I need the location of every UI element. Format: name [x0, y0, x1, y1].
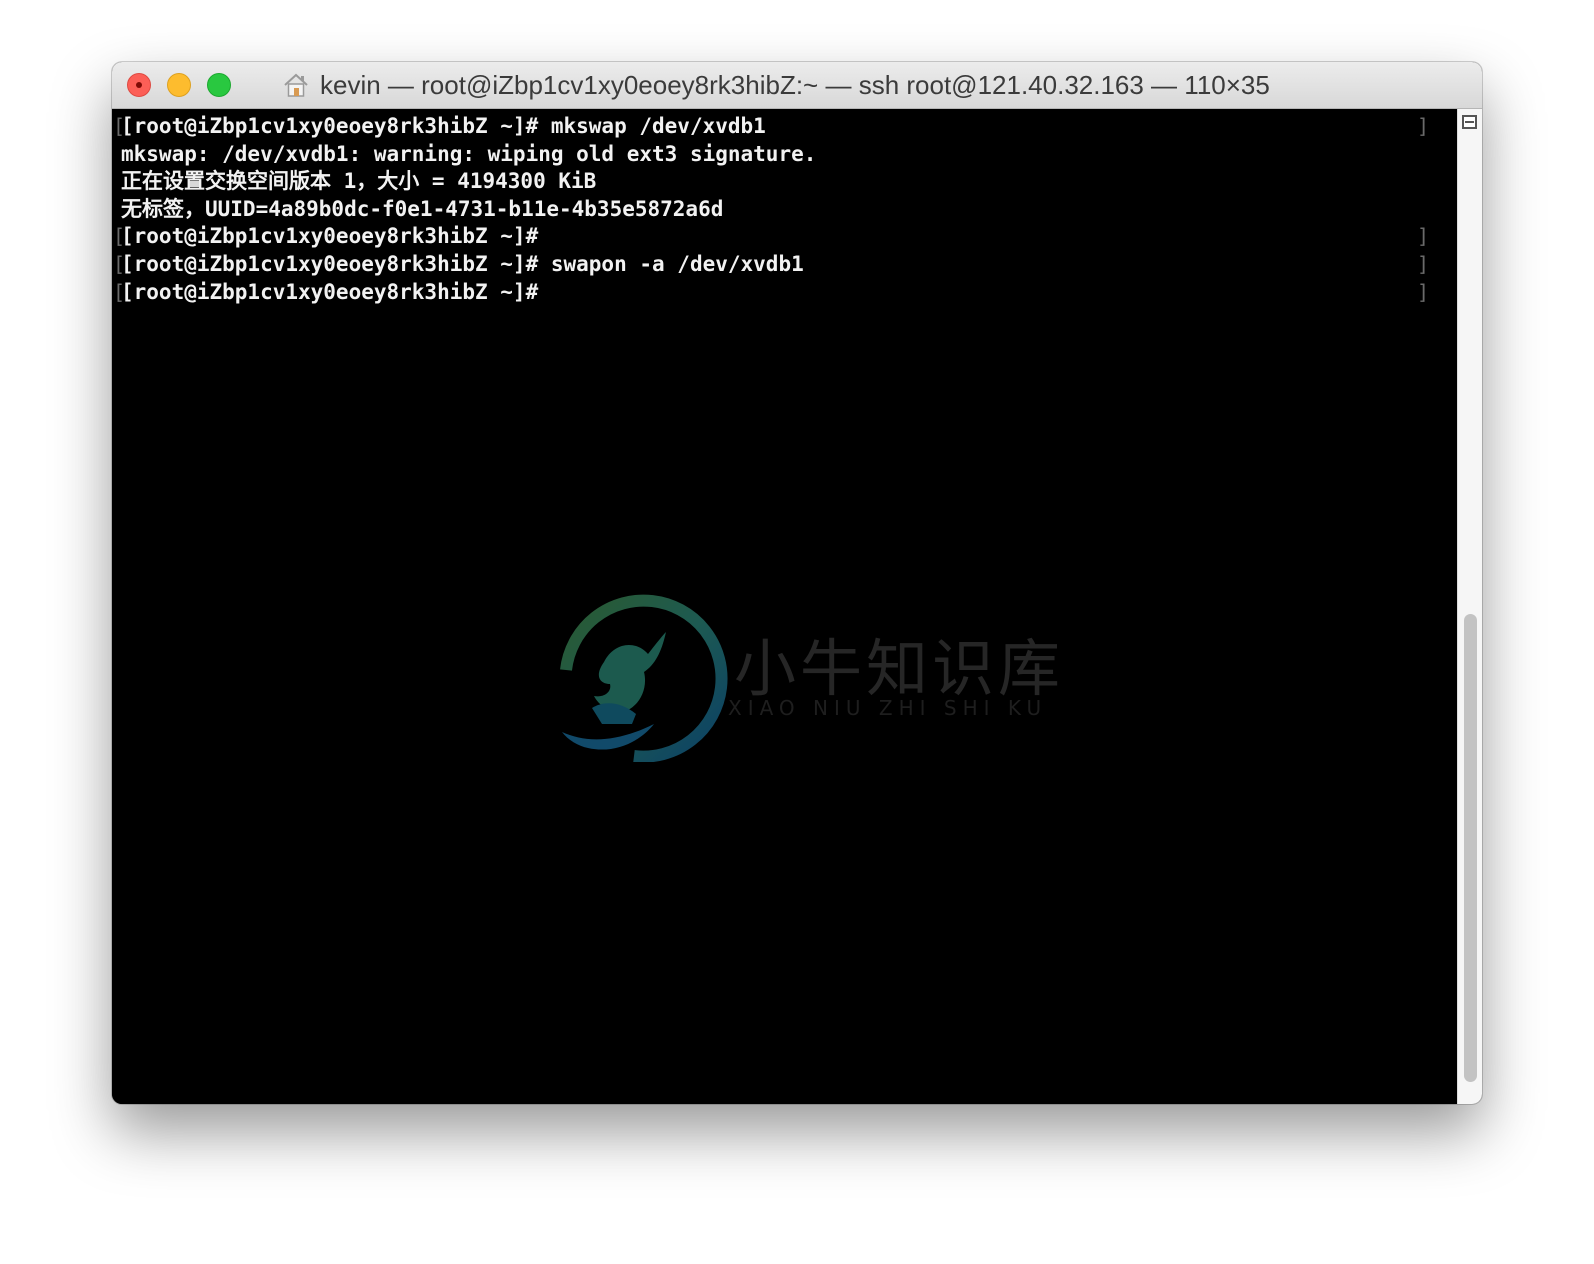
terminal-line-text: [root@iZbp1cv1xy0eoey8rk3hibZ ~]#: [121, 279, 539, 304]
watermark-title: 小牛知识库: [734, 632, 1065, 705]
terminal-line-text: mkswap: /dev/xvdb1: warning: wiping old …: [121, 141, 817, 166]
close-icon[interactable]: [127, 73, 151, 97]
maximize-icon[interactable]: [207, 73, 231, 97]
minimize-icon[interactable]: [167, 73, 191, 97]
line-mark-right: ]: [1417, 251, 1430, 276]
line-mark-right: ]: [1417, 224, 1430, 249]
line-mark-right: ]: [1417, 279, 1430, 304]
terminal-content[interactable]: 小牛知识库 XIAO NIU ZHI SHI KU [[root@iZbp1cv…: [112, 109, 1458, 1104]
terminal-window: kevin — root@iZbp1cv1xy0eoey8rk3hibZ:~ —…: [112, 62, 1482, 1104]
line-mark-left: [: [113, 114, 126, 138]
terminal-line: [[root@iZbp1cv1xy0eoey8rk3hibZ ~]#]: [113, 279, 1429, 307]
terminal-line-text: [root@iZbp1cv1xy0eoey8rk3hibZ ~]# mkswap…: [121, 114, 766, 138]
terminal-line: 正在设置交换空间版本 1，大小 = 4194300 KiB: [121, 168, 816, 196]
terminal-line: 无标签，UUID=4a89b0dc-f0e1-4731-b11e-4b35e58…: [121, 196, 816, 224]
line-mark-left: [: [113, 279, 126, 304]
home-icon: [284, 73, 308, 97]
scroll-thumb[interactable]: [1464, 614, 1477, 1082]
terminal-line-text: 无标签，UUID=4a89b0dc-f0e1-4731-b11e-4b35e58…: [121, 196, 724, 221]
watermark-subtitle: XIAO NIU ZHI SHI KU: [728, 696, 1048, 720]
window-title: kevin — root@iZbp1cv1xy0eoey8rk3hibZ:~ —…: [320, 69, 1270, 100]
terminal-line: [[root@iZbp1cv1xy0eoey8rk3hibZ ~]# swapo…: [113, 251, 1429, 279]
terminal-output: [[root@iZbp1cv1xy0eoey8rk3hibZ ~]# mkswa…: [113, 113, 1429, 307]
line-mark-left: [: [113, 251, 126, 276]
terminal-line-text: [root@iZbp1cv1xy0eoey8rk3hibZ ~]#: [121, 224, 539, 249]
terminal-line: [[root@iZbp1cv1xy0eoey8rk3hibZ ~]# mkswa…: [113, 113, 1429, 141]
line-mark-right: ]: [1417, 114, 1430, 138]
window-title-group: kevin — root@iZbp1cv1xy0eoey8rk3hibZ:~ —…: [282, 62, 1270, 108]
terminal-line: [[root@iZbp1cv1xy0eoey8rk3hibZ ~]#]: [113, 223, 1429, 251]
line-mark-left: [: [113, 224, 126, 249]
terminal-line: mkswap: /dev/xvdb1: warning: wiping old …: [121, 141, 816, 169]
terminal-line-text: 正在设置交换空间版本 1，大小 = 4194300 KiB: [121, 169, 597, 194]
title-bar[interactable]: kevin — root@iZbp1cv1xy0eoey8rk3hibZ:~ —…: [112, 62, 1482, 109]
vertical-scrollbar[interactable]: [1457, 109, 1482, 1104]
terminal-line-text: [root@iZbp1cv1xy0eoey8rk3hibZ ~]# swapon…: [121, 251, 804, 276]
split-pane-icon[interactable]: [1462, 115, 1477, 129]
